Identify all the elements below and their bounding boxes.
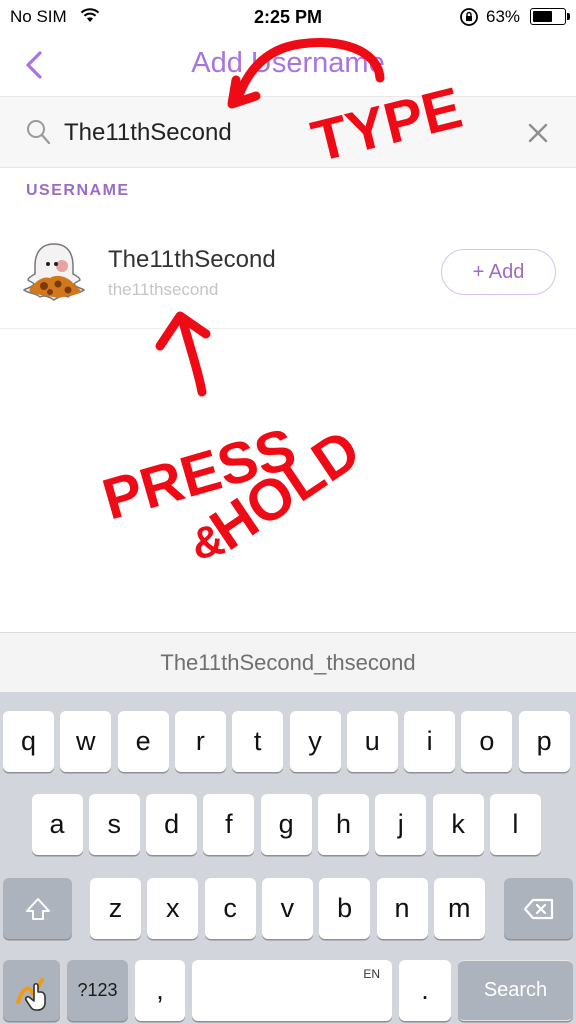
page-title: Add Username bbox=[191, 47, 385, 79]
rotation-lock-icon bbox=[458, 6, 480, 33]
space-bar[interactable]: EN bbox=[192, 960, 392, 1021]
section-header: USERNAME bbox=[26, 182, 130, 199]
close-icon[interactable] bbox=[526, 121, 550, 150]
key-t[interactable]: t bbox=[232, 711, 284, 772]
key-g[interactable]: g bbox=[260, 794, 312, 855]
key-n[interactable]: n bbox=[376, 878, 428, 939]
status-bar: No SIM 2:25 PM 63% bbox=[0, 0, 576, 34]
backspace-key[interactable] bbox=[504, 878, 573, 939]
keyboard: qwertyuiop asdfghjkl zxcvbnm ?123 , EN .… bbox=[0, 692, 576, 1024]
key-p[interactable]: p bbox=[518, 711, 570, 772]
key-q[interactable]: q bbox=[3, 711, 54, 772]
key-c[interactable]: c bbox=[204, 878, 256, 939]
username-label: the11thsecond bbox=[108, 280, 219, 299]
key-d[interactable]: d bbox=[146, 794, 198, 855]
annotation-hold: HOLD bbox=[199, 417, 372, 563]
list-item[interactable]: The11thSecond the11thsecond + Add bbox=[0, 212, 576, 329]
key-u[interactable]: u bbox=[346, 711, 398, 772]
autocorrect-bar: The11thSecond_thsecond bbox=[0, 632, 576, 692]
key-w[interactable]: w bbox=[60, 711, 112, 772]
annotation-ampersand: & bbox=[187, 514, 230, 569]
suggestion-text[interactable]: The11thSecond_thsecond bbox=[0, 650, 576, 676]
shift-icon bbox=[25, 897, 50, 920]
navigation-bar: Add Username bbox=[0, 34, 576, 96]
key-j[interactable]: j bbox=[375, 794, 427, 855]
key-h[interactable]: h bbox=[318, 794, 369, 855]
magnifier-icon bbox=[26, 119, 52, 152]
key-x[interactable]: x bbox=[147, 878, 199, 939]
key-s[interactable]: s bbox=[88, 794, 140, 855]
search-key[interactable]: Search bbox=[458, 960, 573, 1021]
key-i[interactable]: i bbox=[404, 711, 456, 772]
key-r[interactable]: r bbox=[174, 711, 226, 772]
key-e[interactable]: e bbox=[117, 711, 169, 772]
add-friend-button[interactable]: + Add bbox=[441, 249, 556, 295]
key-z[interactable]: z bbox=[90, 878, 141, 939]
key-v[interactable]: v bbox=[261, 878, 313, 939]
battery-icon bbox=[530, 8, 566, 25]
key-m[interactable]: m bbox=[433, 878, 485, 939]
numbers-key[interactable]: ?123 bbox=[67, 960, 128, 1021]
key-b[interactable]: b bbox=[319, 878, 371, 939]
key-y[interactable]: y bbox=[289, 711, 341, 772]
up-arrow-icon bbox=[177, 313, 207, 397]
swipe-hand-icon bbox=[15, 977, 46, 1011]
key-k[interactable]: k bbox=[432, 794, 484, 855]
language-indicator: EN bbox=[363, 967, 380, 981]
backspace-icon bbox=[523, 898, 553, 919]
shift-key[interactable] bbox=[3, 878, 72, 939]
annotation-press: PRESS bbox=[96, 416, 303, 533]
key-f[interactable]: f bbox=[203, 794, 255, 855]
key-a[interactable]: a bbox=[31, 794, 83, 855]
comma-key[interactable]: , bbox=[135, 960, 185, 1021]
search-bar bbox=[0, 96, 576, 168]
search-input[interactable] bbox=[64, 113, 494, 153]
battery-tip bbox=[567, 13, 570, 20]
display-name: The11thSecond bbox=[108, 246, 276, 273]
avatar bbox=[22, 240, 86, 304]
key-l[interactable]: l bbox=[489, 794, 541, 855]
battery-percentage: 63% bbox=[486, 7, 521, 26]
period-key[interactable]: . bbox=[399, 960, 451, 1021]
key-o[interactable]: o bbox=[461, 711, 513, 772]
gesture-keyboard-key[interactable] bbox=[3, 960, 60, 1021]
